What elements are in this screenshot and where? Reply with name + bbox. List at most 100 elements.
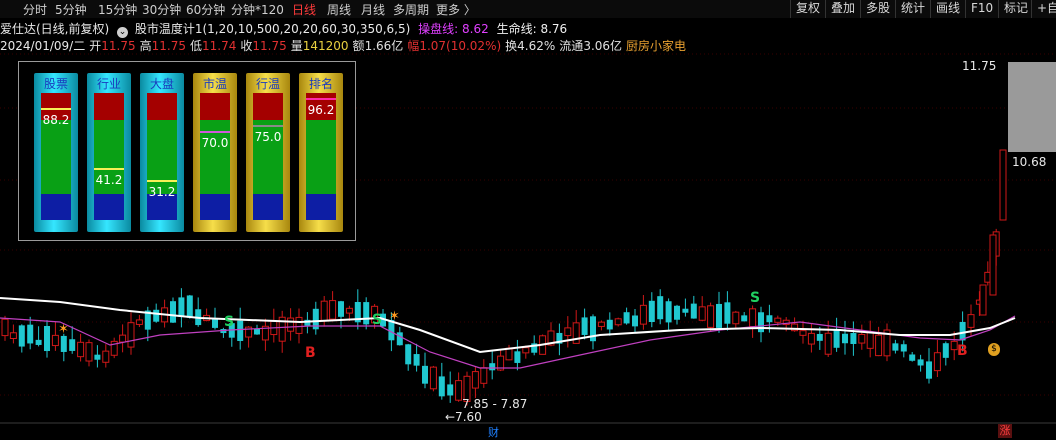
candle-body [94, 354, 101, 360]
gauge-bar: 96.2 [306, 93, 336, 220]
candle-body [632, 315, 638, 327]
candle-body [648, 300, 655, 322]
gauge-label: 大盘 [149, 77, 174, 91]
gauge-value: 88.2 [42, 113, 70, 127]
gauge-bar: 70.0 [200, 93, 230, 220]
candle-body [933, 352, 941, 372]
finance-report-tag[interactable]: 财 [488, 424, 499, 440]
gauge-value: 96.2 [307, 103, 335, 117]
gauge-4: 行温 75.0 [246, 73, 290, 232]
gauge-normal-zone [41, 120, 71, 194]
candle-body [422, 365, 428, 384]
money-bag-icon: $ [988, 343, 1000, 356]
sell-signal[interactable]: S [224, 314, 234, 330]
candle-body [959, 321, 966, 341]
candle-body [471, 371, 479, 389]
candle-body [438, 376, 445, 397]
candle-body [405, 344, 412, 365]
gauge-level-marker [94, 168, 124, 170]
candle-body [85, 342, 93, 362]
candle-body [489, 363, 496, 371]
gauge-label: 股票 [43, 77, 68, 91]
runner-icon: ✶ [58, 322, 69, 337]
gauge-hot-zone [253, 93, 283, 120]
candle-body [926, 361, 932, 379]
gauge-level-marker [306, 98, 336, 100]
candle-body [480, 367, 488, 384]
candle-body [396, 332, 403, 346]
gauge-hot-zone [94, 93, 124, 120]
candle-body [799, 330, 807, 336]
candle-body [581, 317, 588, 335]
candle-body [724, 302, 731, 324]
candle-body [732, 311, 740, 325]
candle-body [35, 339, 42, 345]
gauge-2: 大盘 31.2 [140, 73, 184, 232]
candle-body [60, 335, 67, 352]
candle-body [690, 303, 697, 319]
candle-body [917, 359, 924, 366]
candle-body [999, 149, 1007, 221]
candle-body [1, 318, 9, 337]
gauge-hot-zone [147, 93, 177, 120]
limit-up-tag[interactable]: 涨 [998, 424, 1012, 438]
operating-line [0, 297, 1016, 354]
gauge-bar: 88.2 [41, 93, 71, 220]
candle-body [9, 332, 17, 339]
gauge-normal-zone [147, 120, 177, 194]
candle-body [413, 354, 420, 366]
candle-body [127, 322, 135, 348]
gauge-value: 41.2 [95, 173, 123, 187]
candle-body [807, 332, 815, 345]
candle-body [295, 316, 303, 334]
gauge-bar: 41.2 [94, 93, 124, 220]
candle-body [892, 343, 899, 351]
runner-icon: ✶ [389, 309, 400, 324]
gauge-1: 行业 41.2 [87, 73, 131, 232]
gauge-cold-zone [41, 194, 71, 220]
candle-body [505, 347, 513, 361]
gauge-0: 股票 88.2 [34, 73, 78, 232]
candle-body [606, 319, 613, 330]
candle-body [639, 304, 647, 325]
gauge-bar: 31.2 [147, 93, 177, 220]
candle-body [866, 331, 874, 349]
price-label-mid: 10.68 [1012, 155, 1047, 169]
candle-body [170, 301, 176, 323]
candle-body [657, 296, 664, 320]
gauge-cold-zone [253, 194, 283, 220]
candle-body [850, 333, 857, 344]
candle-body [287, 317, 295, 332]
candle-body [447, 384, 454, 396]
candle-body [774, 317, 782, 323]
candle-body [455, 380, 463, 401]
candle-body [212, 318, 218, 328]
candle-body [682, 308, 689, 313]
buy-signal[interactable]: B [957, 343, 968, 359]
candle-body [329, 300, 337, 320]
gauge-level-marker [41, 108, 71, 110]
candle-body [119, 334, 127, 343]
sell-signal[interactable]: S [372, 312, 382, 328]
candle-body [741, 315, 748, 322]
candle-body [363, 302, 370, 325]
candle-body [614, 318, 622, 326]
candle-body [597, 321, 605, 327]
candle-body [254, 328, 260, 335]
candle-body [514, 351, 521, 363]
candle-body [522, 347, 530, 354]
candle-body [674, 305, 680, 320]
sell-signal[interactable]: S [750, 290, 760, 306]
candle-body [18, 325, 25, 347]
candle-body [824, 332, 832, 355]
candle-body [44, 326, 50, 352]
candle-body [320, 300, 328, 322]
gauge-bar: 75.0 [253, 93, 283, 220]
candle-body [153, 309, 160, 322]
candle-body [766, 315, 773, 323]
candle-body [665, 301, 672, 323]
gauge-value: 70.0 [201, 136, 229, 150]
buy-signal[interactable]: B [305, 345, 316, 361]
gauge-normal-zone [306, 120, 336, 194]
gauge-3: 市温 70.0 [193, 73, 237, 232]
